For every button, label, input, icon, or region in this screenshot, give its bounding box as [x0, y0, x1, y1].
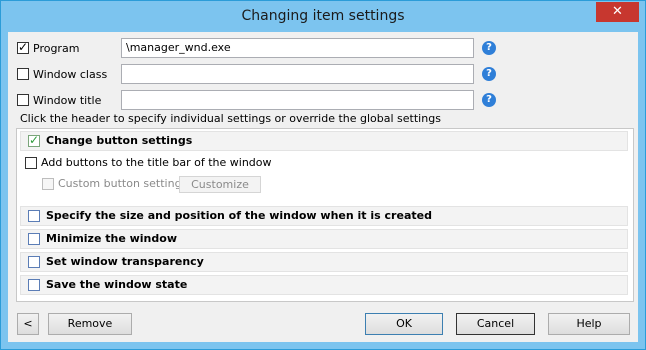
- window-class-input[interactable]: [121, 64, 474, 84]
- transparency-checkbox[interactable]: [28, 256, 40, 268]
- ok-button[interactable]: OK: [365, 313, 443, 335]
- save-state-checkbox[interactable]: [28, 279, 40, 291]
- section-save-state[interactable]: Save the window state: [20, 275, 628, 295]
- window-class-checkbox[interactable]: [17, 68, 29, 80]
- window-class-help-icon[interactable]: ?: [482, 67, 496, 81]
- cancel-button[interactable]: Cancel: [456, 313, 535, 335]
- change-button-label: Change button settings: [46, 134, 193, 147]
- help-button[interactable]: Help: [548, 313, 630, 335]
- size-position-label: Specify the size and position of the win…: [46, 209, 432, 222]
- minimize-label: Minimize the window: [46, 232, 177, 245]
- program-checkbox[interactable]: [17, 40, 29, 54]
- window-title-input[interactable]: [121, 90, 474, 110]
- custom-button-label: Custom button settings: [58, 177, 188, 190]
- window-title: Changing item settings: [241, 8, 405, 24]
- title-bar[interactable]: Changing item settings ✕: [1, 1, 645, 32]
- window-title-label: Window title: [33, 94, 102, 107]
- settings-hint: Click the header to specify individual s…: [20, 112, 441, 125]
- minimize-checkbox[interactable]: [28, 233, 40, 245]
- size-position-checkbox[interactable]: [28, 210, 40, 222]
- section-minimize[interactable]: Minimize the window: [20, 229, 628, 249]
- window-class-label: Window class: [33, 68, 108, 81]
- dialog-body: Program \manager_wnd.exe ? Window class …: [8, 32, 638, 342]
- section-change-button[interactable]: Change button settings: [20, 131, 628, 151]
- add-buttons-label: Add buttons to the title bar of the wind…: [41, 156, 272, 169]
- program-input[interactable]: \manager_wnd.exe: [121, 38, 474, 58]
- program-help-icon[interactable]: ?: [482, 41, 496, 55]
- custom-button-checkbox[interactable]: [42, 178, 54, 190]
- close-button[interactable]: ✕: [596, 2, 639, 22]
- window-title-help-icon[interactable]: ?: [482, 93, 496, 107]
- section-size-position[interactable]: Specify the size and position of the win…: [20, 206, 628, 226]
- save-state-label: Save the window state: [46, 278, 188, 291]
- back-button[interactable]: <: [17, 313, 39, 335]
- remove-button[interactable]: Remove: [48, 313, 132, 335]
- transparency-label: Set window transparency: [46, 255, 204, 268]
- section-transparency[interactable]: Set window transparency: [20, 252, 628, 272]
- change-button-checkbox[interactable]: [28, 133, 40, 147]
- program-label: Program: [33, 42, 80, 55]
- customize-button[interactable]: Customize: [179, 176, 261, 193]
- settings-group: Change button settings Add buttons to th…: [16, 128, 634, 302]
- window-title-checkbox[interactable]: [17, 94, 29, 106]
- dialog-window: Changing item settings ✕ Program \manage…: [0, 0, 646, 350]
- add-buttons-checkbox[interactable]: [25, 157, 37, 169]
